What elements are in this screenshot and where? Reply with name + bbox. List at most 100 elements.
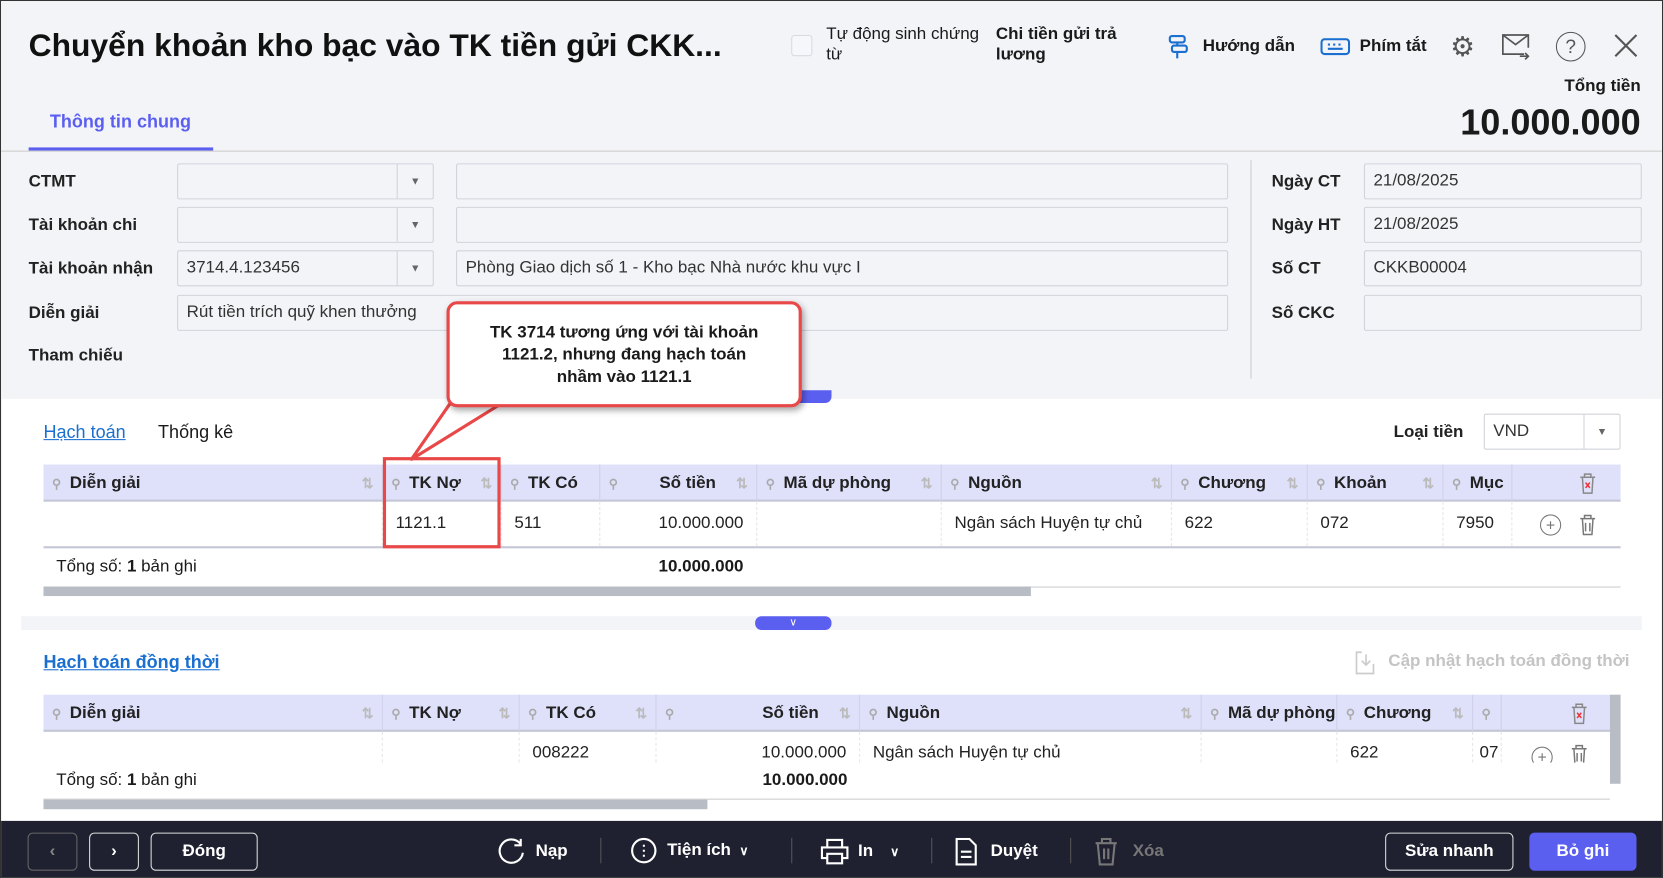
sort-icon[interactable]: ⇅	[635, 705, 647, 722]
pin-icon[interactable]: ⚲	[609, 476, 618, 491]
sort-icon[interactable]: ⇅	[499, 705, 511, 722]
sort-icon[interactable]: ⇅	[362, 475, 374, 492]
col-debit[interactable]: ⚲ TK Nợ ⇅	[383, 694, 520, 732]
pin-icon[interactable]: ⚲	[665, 706, 674, 721]
pin-icon[interactable]: ⚲	[1482, 706, 1491, 721]
pin-icon[interactable]: ⚲	[1180, 476, 1189, 491]
add-row-icon[interactable]: +	[1539, 514, 1562, 536]
cell-chapter[interactable]: 622	[1172, 501, 1308, 547]
cell-description[interactable]	[43, 731, 383, 763]
mail-send-icon[interactable]	[1501, 32, 1533, 62]
cell-reserve-code[interactable]	[757, 501, 942, 547]
sort-icon[interactable]: ⇅	[1151, 475, 1163, 492]
pin-icon[interactable]: ⚲	[869, 706, 878, 721]
doc-number-input[interactable]: CKKB00004	[1363, 250, 1642, 287]
cell-credit[interactable]: 511	[502, 501, 601, 547]
quick-edit-button[interactable]: Sửa nhanh	[1385, 832, 1514, 871]
delete-row-icon[interactable]	[1579, 514, 1596, 541]
col-reserve-code[interactable]: ⚲ Mã dự phòng ⇅	[757, 464, 942, 502]
guide-button[interactable]: Hướng dẫn	[1203, 37, 1295, 56]
col-description[interactable]: ⚲ Diễn giải ⇅	[43, 464, 383, 502]
pin-icon[interactable]: ⚲	[766, 476, 775, 491]
col-amount[interactable]: ⚲ Số tiền ⇅	[600, 464, 758, 502]
signpost-icon[interactable]	[1166, 33, 1191, 61]
cell-credit[interactable]: 008222	[520, 731, 657, 763]
chevron-down-icon[interactable]: ▼	[396, 251, 433, 286]
col-chapter[interactable]: ⚲ Chương ⇅	[1172, 464, 1308, 502]
delete-button[interactable]: Xóa	[1095, 837, 1164, 866]
sort-icon[interactable]: ⇅	[1181, 705, 1193, 722]
chevron-down-icon[interactable]: ▼	[396, 164, 433, 199]
cell-more[interactable]: 07	[1473, 731, 1502, 763]
next-button[interactable]: ›	[89, 832, 139, 871]
sort-icon[interactable]: ⇅	[839, 705, 851, 722]
delete-row-icon[interactable]	[1571, 744, 1588, 763]
previous-button[interactable]: ‹	[27, 832, 78, 871]
vertical-scrollbar[interactable]	[1609, 694, 1621, 784]
pin-icon[interactable]: ⚲	[391, 706, 400, 721]
col-source[interactable]: ⚲ Nguồn ⇅	[860, 694, 1202, 732]
doc-date-input[interactable]: 21/08/2025	[1363, 163, 1642, 200]
ckc-number-input[interactable]	[1363, 294, 1642, 331]
unpost-button[interactable]: Bỏ ghi	[1529, 832, 1637, 871]
col-credit[interactable]: ⚲ TK Có	[502, 464, 601, 502]
col-item[interactable]: ⚲ Mục	[1443, 464, 1513, 502]
close-icon[interactable]	[1611, 31, 1641, 61]
cell-item[interactable]: 7950	[1443, 501, 1513, 547]
cell-amount[interactable]: 10.000.000	[657, 731, 861, 763]
table-row[interactable]: 1121.1 511 10.000.000 Ngân sách Huyện tự…	[43, 501, 1621, 549]
cell-amount[interactable]: 10.000.000	[600, 501, 758, 547]
keyboard-icon[interactable]	[1319, 37, 1351, 58]
cell-reserve-code[interactable]	[1202, 731, 1338, 763]
col-source[interactable]: ⚲ Nguồn ⇅	[942, 464, 1172, 502]
chi-account-combo[interactable]: ▼	[177, 206, 434, 243]
sort-icon[interactable]: ⇅	[1287, 475, 1299, 492]
col-description[interactable]: ⚲ Diễn giải ⇅	[43, 694, 383, 732]
update-simultaneous-button[interactable]: Cập nhật hạch toán đồng thời	[1388, 652, 1629, 671]
sort-icon[interactable]: ⇅	[362, 705, 374, 722]
col-amount[interactable]: ⚲ Số tiền ⇅	[657, 694, 861, 732]
utilities-button[interactable]: ⋮ Tiện ích ∨	[631, 837, 749, 864]
chevron-down-icon[interactable]: ∨	[755, 616, 832, 630]
help-icon[interactable]: ?	[1555, 31, 1586, 62]
cell-chapter[interactable]: 622	[1337, 731, 1474, 763]
receive-account-combo[interactable]: 3714.4.123456 ▼	[177, 250, 434, 287]
pin-icon[interactable]: ⚲	[1452, 476, 1461, 491]
chevron-down-icon[interactable]: ▼	[396, 207, 433, 242]
delete-all-icon[interactable]	[1579, 473, 1596, 494]
pin-icon[interactable]: ⚲	[52, 476, 61, 491]
receive-account-desc[interactable]: Phòng Giao dịch số 1 - Kho bạc Nhà nước …	[456, 250, 1229, 287]
chi-account-desc[interactable]	[456, 206, 1229, 243]
pin-icon[interactable]: ⚲	[528, 706, 537, 721]
tab-statistics[interactable]: Thống kê	[158, 422, 233, 443]
horizontal-scrollbar[interactable]	[43, 799, 708, 810]
pin-icon[interactable]: ⚲	[1210, 706, 1219, 721]
tab-accounting[interactable]: Hạch toán	[43, 422, 125, 443]
sort-icon[interactable]: ⇅	[1452, 705, 1464, 722]
pin-icon[interactable]: ⚲	[52, 706, 61, 721]
chevron-down-icon[interactable]: ▼	[1583, 414, 1619, 449]
ctmt-desc[interactable]	[456, 163, 1229, 200]
sort-icon[interactable]: ⇅	[1422, 475, 1434, 492]
sort-icon[interactable]: ⇅	[736, 475, 748, 492]
table-row[interactable]: 008222 10.000.000 Ngân sách Huyện tự chủ…	[43, 731, 1609, 763]
col-more[interactable]: ⚲	[1473, 694, 1502, 732]
delete-all-icon[interactable]	[1571, 703, 1588, 730]
col-chapter[interactable]: ⚲ Chương ⇅	[1337, 694, 1474, 732]
auto-generate-type[interactable]: Chi tiền gửi trả lương	[996, 24, 1134, 64]
pin-icon[interactable]: ⚲	[510, 476, 519, 491]
pin-icon[interactable]: ⚲	[950, 476, 959, 491]
pin-icon[interactable]: ⚲	[1316, 476, 1325, 491]
tab-general-info[interactable]: Thông tin chung	[50, 111, 191, 132]
post-date-input[interactable]: 21/08/2025	[1363, 206, 1642, 243]
pin-icon[interactable]: ⚲	[1346, 706, 1355, 721]
cell-source[interactable]: Ngân sách Huyện tự chủ	[942, 501, 1172, 547]
horizontal-scrollbar[interactable]	[43, 586, 1031, 597]
sort-icon[interactable]: ⇅	[921, 475, 933, 492]
gear-icon[interactable]: ⚙	[1448, 30, 1478, 62]
print-button[interactable]: In ∨	[820, 838, 899, 866]
currency-select[interactable]: VND ▼	[1483, 413, 1621, 450]
ctmt-combo[interactable]: ▼	[177, 163, 434, 200]
shortcuts-button[interactable]: Phím tắt	[1360, 37, 1427, 56]
cell-description[interactable]	[43, 501, 383, 547]
